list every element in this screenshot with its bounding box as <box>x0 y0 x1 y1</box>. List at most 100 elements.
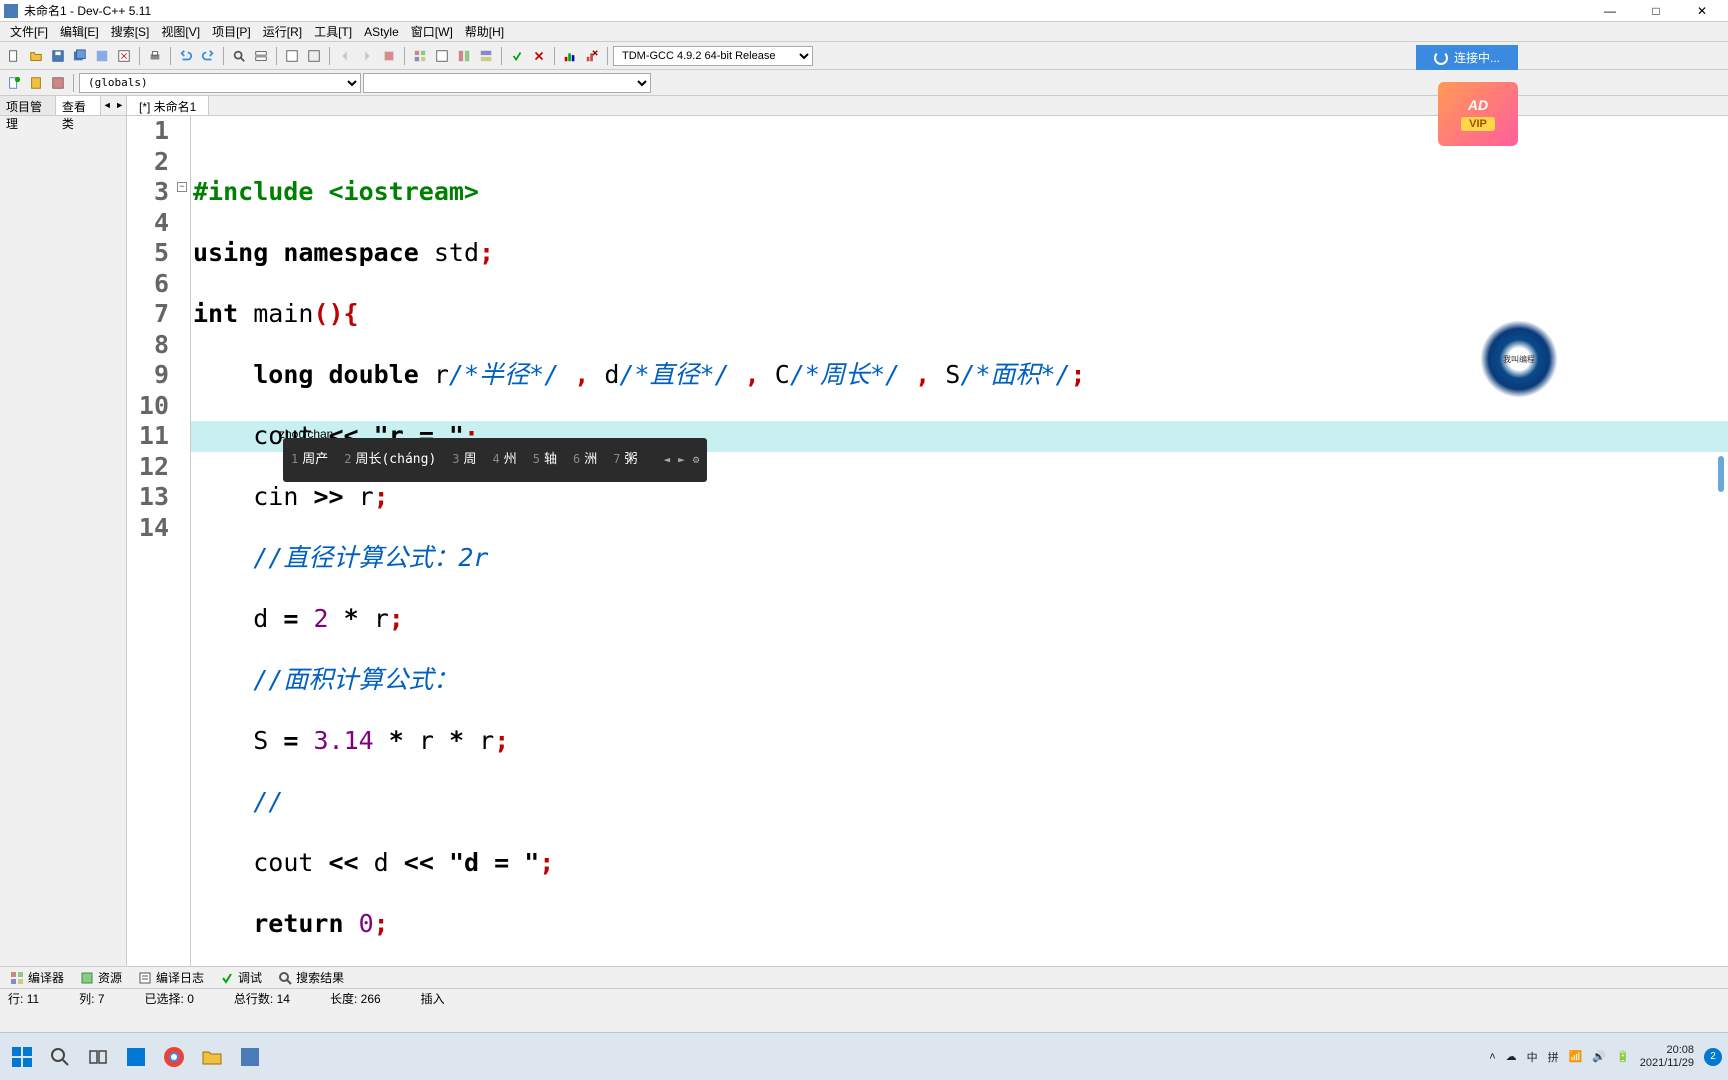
log-tab-icon <box>138 971 152 985</box>
profile-icon[interactable] <box>560 46 580 66</box>
maximize-button[interactable]: □ <box>1634 0 1678 22</box>
ime-prev-icon[interactable]: ◄ <box>664 445 671 476</box>
btab-log[interactable]: 编译日志 <box>132 967 210 988</box>
replace-icon[interactable] <box>251 46 271 66</box>
menu-search[interactable]: 搜索[S] <box>105 21 156 42</box>
toggle-icon[interactable] <box>48 73 68 93</box>
editor-area: [*] 未命名1 1234567891011121314 − #include … <box>127 96 1728 966</box>
btab-resources[interactable]: 资源 <box>74 967 128 988</box>
volume-icon[interactable]: 🔊 <box>1592 1050 1606 1063</box>
menu-view[interactable]: 视图[V] <box>155 21 206 42</box>
taskbar-app-1[interactable] <box>120 1041 152 1073</box>
open-file-icon[interactable] <box>26 46 46 66</box>
fold-column: − <box>177 116 191 966</box>
btab-compiler[interactable]: 编译器 <box>4 967 70 988</box>
ime-candidate[interactable]: 2周长(cháng) <box>344 444 436 476</box>
ad-label: AD <box>1468 97 1488 113</box>
forward-icon[interactable] <box>357 46 377 66</box>
menu-window[interactable]: 窗口[W] <box>405 21 459 42</box>
tab-project[interactable]: 项目管理 <box>0 96 56 115</box>
ime-candidate[interactable]: 7粥 <box>613 444 637 476</box>
new-file-icon[interactable] <box>4 46 24 66</box>
back-icon[interactable] <box>335 46 355 66</box>
tray-chevron-icon[interactable]: ˄ <box>1489 1051 1495 1063</box>
menu-run[interactable]: 运行[R] <box>257 21 308 42</box>
delete-profile-icon[interactable] <box>582 46 602 66</box>
clock[interactable]: 20:08 2021/11/29 <box>1640 1044 1694 1070</box>
fold-icon[interactable]: − <box>177 182 187 192</box>
close-file-icon[interactable] <box>114 46 134 66</box>
task-view-icon[interactable] <box>82 1041 114 1073</box>
tab-prev-icon[interactable]: ◄ <box>101 96 114 114</box>
menu-tools[interactable]: 工具[T] <box>308 21 358 42</box>
compile-icon[interactable] <box>410 46 430 66</box>
window-title: 未命名1 - Dev-C++ 5.11 <box>24 2 1588 19</box>
save-as-icon[interactable] <box>92 46 112 66</box>
taskbar: ˄ ☁ 中 拼 📶 🔊 🔋 20:08 2021/11/29 2 <box>0 1032 1728 1080</box>
compiler-tab-icon <box>10 971 24 985</box>
stop-icon[interactable] <box>379 46 399 66</box>
app-icon <box>4 4 18 18</box>
debug-stop-icon[interactable] <box>529 46 549 66</box>
ime-candidate[interactable]: 3周 <box>452 444 476 476</box>
editor-tab-1[interactable]: [*] 未命名1 <box>127 96 209 115</box>
menu-project[interactable]: 项目[P] <box>206 21 257 42</box>
explorer-icon[interactable] <box>196 1041 228 1073</box>
menu-file[interactable]: 文件[F] <box>4 21 54 42</box>
spinner-icon <box>1434 51 1448 65</box>
save-icon[interactable] <box>48 46 68 66</box>
undo-icon[interactable] <box>176 46 196 66</box>
member-select[interactable] <box>363 73 651 93</box>
menu-edit[interactable]: 编辑[E] <box>54 21 105 42</box>
code-view[interactable]: 1234567891011121314 − #include <iostream… <box>127 116 1728 966</box>
ime-lang-indicator[interactable]: 中 <box>1527 1049 1538 1065</box>
scope-select[interactable]: (globals) <box>79 73 361 93</box>
ime-candidate[interactable]: 4州 <box>493 444 517 476</box>
run-icon[interactable] <box>432 46 452 66</box>
rebuild-icon[interactable] <box>476 46 496 66</box>
ime-candidate[interactable]: 1周产 <box>291 444 328 476</box>
resources-tab-icon <box>80 971 94 985</box>
ime-mode-indicator[interactable]: 拼 <box>1548 1049 1559 1065</box>
compiler-select[interactable]: TDM-GCC 4.9.2 64-bit Release <box>613 46 813 66</box>
ime-candidate-bar[interactable]: 1周产 2周长(cháng) 3周 4州 5轴 6洲 7粥 ◄ ► ⚙ <box>283 438 707 482</box>
compile-run-icon[interactable] <box>454 46 474 66</box>
ime-candidate[interactable]: 6洲 <box>573 444 597 476</box>
code-content[interactable]: #include <iostream> using namespace std;… <box>191 116 1728 966</box>
menu-bar: 文件[F] 编辑[E] 搜索[S] 视图[V] 项目[P] 运行[R] 工具[T… <box>0 22 1728 42</box>
line-gutter: 1234567891011121314 <box>127 116 177 966</box>
new-class-icon[interactable] <box>4 73 24 93</box>
wifi-icon[interactable]: 📶 <box>1569 1050 1583 1063</box>
side-panel: 项目管理 查看类 ◄ ► <box>0 96 127 966</box>
ime-settings-icon[interactable]: ⚙ <box>693 445 700 476</box>
menu-astyle[interactable]: AStyle <box>358 23 405 41</box>
ime-next-icon[interactable]: ► <box>678 445 685 476</box>
debug-tab-icon <box>220 971 234 985</box>
ime-candidate[interactable]: 5轴 <box>533 444 557 476</box>
debug-icon[interactable] <box>507 46 527 66</box>
search-icon[interactable] <box>44 1041 76 1073</box>
title-bar: 未命名1 - Dev-C++ 5.11 — □ ✕ <box>0 0 1728 22</box>
minimize-button[interactable]: — <box>1588 0 1632 22</box>
btab-debug[interactable]: 调试 <box>214 967 268 988</box>
print-icon[interactable] <box>145 46 165 66</box>
insert-icon[interactable] <box>26 73 46 93</box>
chrome-icon[interactable] <box>158 1041 190 1073</box>
battery-icon[interactable]: 🔋 <box>1616 1050 1630 1063</box>
start-button[interactable] <box>6 1041 38 1073</box>
menu-help[interactable]: 帮助[H] <box>459 21 510 42</box>
btab-search[interactable]: 搜索结果 <box>272 967 350 988</box>
notification-badge[interactable]: 2 <box>1704 1048 1722 1066</box>
devcpp-icon[interactable] <box>234 1041 266 1073</box>
onedrive-icon[interactable]: ☁ <box>1506 1050 1517 1063</box>
tab-classes[interactable]: 查看类 <box>56 96 101 115</box>
tab-next-icon[interactable]: ► <box>114 96 127 114</box>
find-icon[interactable] <box>229 46 249 66</box>
redo-icon[interactable] <box>198 46 218 66</box>
bookmark-icon[interactable] <box>304 46 324 66</box>
close-button[interactable]: ✕ <box>1680 0 1724 22</box>
bottom-tabs: 编译器 资源 编译日志 调试 搜索结果 <box>0 966 1728 988</box>
save-all-icon[interactable] <box>70 46 90 66</box>
goto-icon[interactable] <box>282 46 302 66</box>
connecting-badge: 连接中... <box>1416 45 1518 70</box>
